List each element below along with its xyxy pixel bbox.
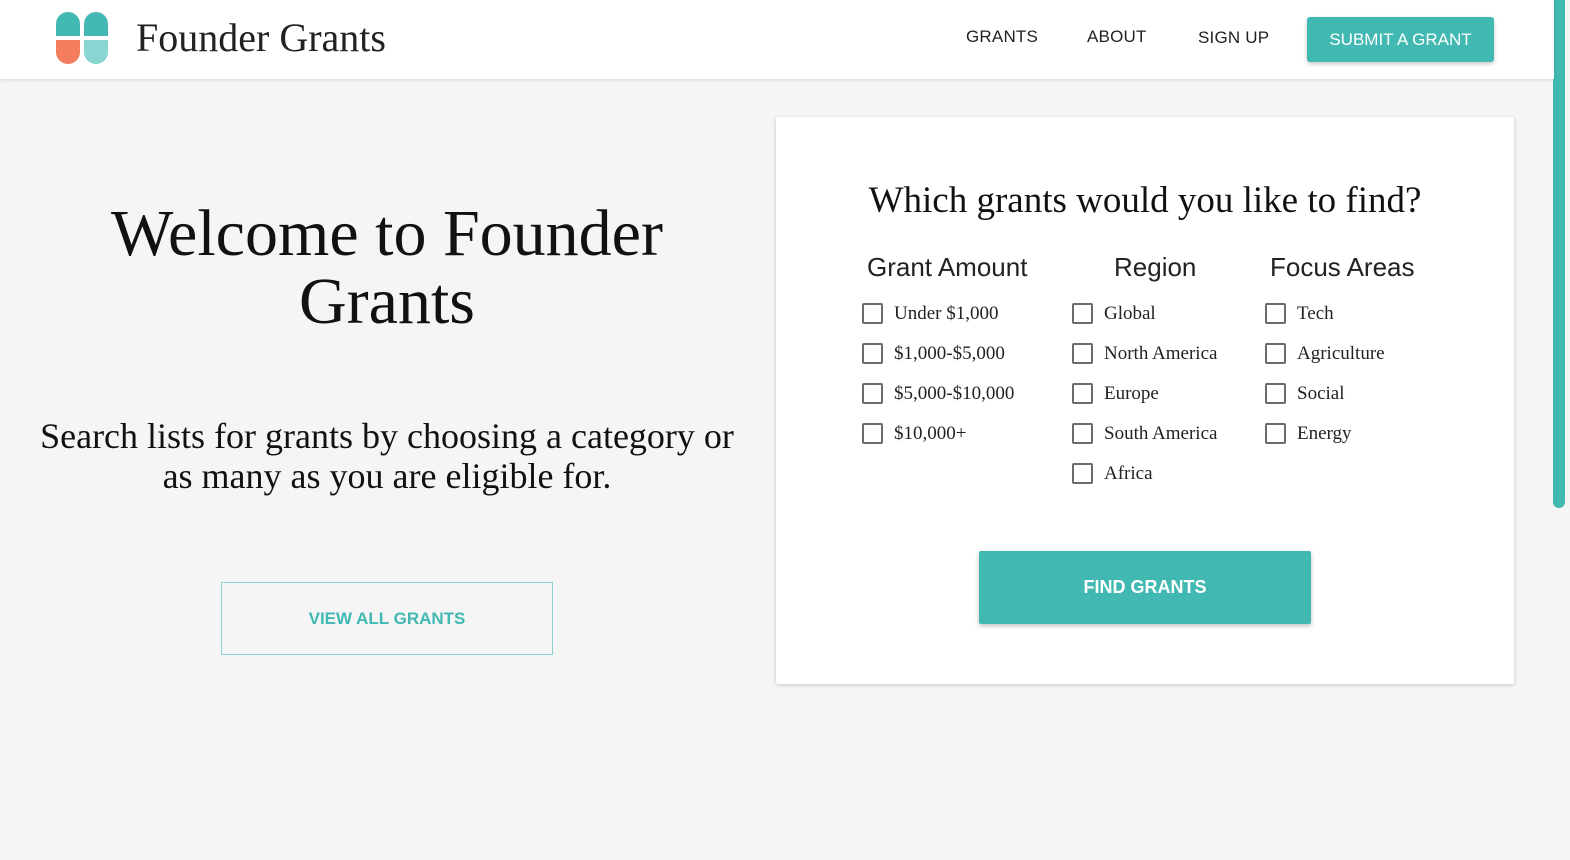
checkbox-label: Europe	[1104, 383, 1159, 404]
scrollbar-thumb[interactable]	[1553, 0, 1565, 508]
focus-areas-heading: Focus Areas	[1270, 252, 1415, 282]
checkbox[interactable]	[862, 343, 883, 364]
checkbox-label: Global	[1104, 303, 1156, 324]
grant-amount-heading: Grant Amount	[867, 252, 1028, 282]
checkbox-label: Under $1,000	[894, 303, 999, 324]
checkbox-label: $10,000+	[894, 423, 967, 444]
checkbox-label: $1,000-$5,000	[894, 343, 1005, 364]
checkbox[interactable]	[1265, 303, 1286, 324]
checkbox-label: Tech	[1297, 303, 1334, 324]
checkbox[interactable]	[862, 423, 883, 444]
nav-sign-up[interactable]: SIGN UP	[1198, 28, 1269, 48]
checkbox-label: Agriculture	[1297, 343, 1385, 364]
nav-about[interactable]: ABOUT	[1087, 27, 1147, 47]
checkbox[interactable]	[1265, 343, 1286, 364]
checkbox-label: Social	[1297, 383, 1345, 404]
submit-grant-button[interactable]: SUBMIT A GRANT	[1307, 17, 1494, 62]
checkbox[interactable]	[862, 303, 883, 324]
brand-name[interactable]: Founder Grants	[136, 14, 386, 62]
checkbox[interactable]	[1072, 463, 1093, 484]
clover-logo-icon[interactable]	[56, 12, 108, 64]
checkbox[interactable]	[1072, 383, 1093, 404]
find-grants-button[interactable]: FIND GRANTS	[979, 551, 1311, 624]
checkbox-label: North America	[1104, 343, 1218, 364]
checkbox-label: Africa	[1104, 463, 1153, 484]
checkbox-label: Energy	[1297, 423, 1352, 444]
checkbox[interactable]	[1265, 383, 1286, 404]
nav-grants[interactable]: GRANTS	[966, 27, 1038, 47]
region-heading: Region	[1114, 252, 1197, 282]
site-header: Founder Grants GRANTS ABOUT SIGN UP SUBM…	[0, 0, 1554, 79]
checkbox-label: $5,000-$10,000	[894, 383, 1015, 404]
view-all-grants-button[interactable]: VIEW ALL GRANTS	[221, 582, 553, 655]
search-card-title: Which grants would you like to find?	[868, 180, 1422, 221]
checkbox[interactable]	[1072, 343, 1093, 364]
checkbox[interactable]	[862, 383, 883, 404]
hero-subtitle: Search lists for grants by choosing a ca…	[40, 416, 734, 496]
checkbox[interactable]	[1265, 423, 1286, 444]
checkbox[interactable]	[1072, 303, 1093, 324]
checkbox[interactable]	[1072, 423, 1093, 444]
checkbox-label: South America	[1104, 423, 1218, 444]
grant-search-card: Which grants would you like to find? Gra…	[776, 117, 1514, 684]
hero-title: Welcome to Founder Grants	[111, 197, 663, 338]
